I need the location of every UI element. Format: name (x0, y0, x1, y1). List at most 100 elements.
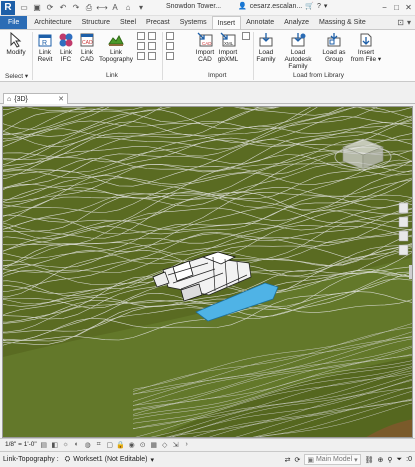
manage-links-icon[interactable] (137, 52, 145, 60)
quick-access-toolbar: R ▭ ▣ ⟳ ↶ ↷ ⎙ ⟷ A ⌂ ▾ Snowdon Tower... 👤… (0, 0, 415, 16)
tab-steel[interactable]: Steel (115, 16, 141, 29)
rendering-icon[interactable]: ◍ (84, 441, 92, 449)
cart-icon[interactable]: 🛒 (305, 2, 314, 10)
qat-dropdown-icon[interactable]: ▾ (136, 3, 146, 13)
temporary-hide-icon[interactable]: ◉ (128, 441, 136, 449)
link-revit-icon: R (36, 32, 54, 48)
modify-button[interactable]: Modify (4, 32, 28, 56)
terrain-view (3, 107, 412, 437)
help-dropdown-icon[interactable]: ▾ (324, 2, 328, 10)
load-autodesk-family-icon (289, 32, 307, 48)
tab-structure[interactable]: Structure (77, 16, 115, 29)
ribbon-minimize-icon[interactable]: ⊡ (397, 18, 404, 27)
status-bar: Link-Topography : ⛭ Workset1 (Not Editab… (0, 451, 415, 467)
load-family-icon (257, 32, 275, 48)
tab-analyze[interactable]: Analyze (279, 16, 314, 29)
coordination-icon[interactable] (148, 42, 156, 50)
import-panel-label[interactable]: Import (208, 72, 226, 79)
design-option-selector[interactable]: ▣ Main Model ▾ (304, 454, 361, 465)
link-panel-label[interactable]: Link (106, 72, 118, 79)
select-links-icon[interactable]: ⛓ (365, 456, 374, 464)
crop-view-icon[interactable]: ⌗ (95, 441, 103, 449)
tab-architecture[interactable]: Architecture (29, 16, 76, 29)
decal-dropdown-icon[interactable] (148, 32, 156, 40)
close-view-icon[interactable]: ✕ (58, 95, 64, 103)
analytical-model-icon[interactable]: ◇ (161, 441, 169, 449)
import-cad-icon: CAD (196, 32, 214, 48)
view-tab-3d[interactable]: ⌂ {3D} ✕ (3, 93, 68, 104)
select-underlay-icon[interactable]: ⊕ (378, 456, 384, 464)
lock-view-icon[interactable]: 🔒 (116, 441, 125, 449)
import-gbxml-button[interactable]: XML Import gbXML (216, 32, 240, 63)
tab-insert[interactable]: Insert (211, 16, 242, 29)
link-cad-button[interactable]: CAD Link CAD (75, 32, 99, 63)
user-icon[interactable]: 👤 (238, 2, 247, 10)
sun-path-icon[interactable]: ☼ (62, 441, 70, 449)
image-icon[interactable] (148, 52, 156, 60)
filter-icon[interactable]: ⏷ (397, 456, 403, 464)
import-extra-tools (242, 32, 250, 40)
undo-icon[interactable]: ↶ (58, 3, 68, 13)
point-cloud-icon[interactable] (137, 42, 145, 50)
user-name[interactable]: cesarz.escalan... (250, 3, 303, 10)
tab-precast[interactable]: Precast (141, 16, 175, 29)
measure-icon[interactable]: ⟷ (96, 3, 107, 13)
design-option-label: Main Model (315, 456, 353, 463)
decal-icon[interactable] (137, 32, 145, 40)
select-panel-label[interactable]: Select ▾ (5, 72, 28, 80)
link-topography-icon (107, 32, 125, 48)
ribbon-options-icon[interactable]: ▾ (407, 18, 411, 27)
cursor-icon (7, 32, 25, 48)
workset-selector[interactable]: ⛭ Workset1 (Not Editable) ▾ (65, 456, 154, 464)
highlight-displacement-icon[interactable]: ⇲ (172, 441, 180, 449)
import-image-icon[interactable] (166, 42, 174, 50)
load-as-group-button[interactable]: Load as Group (322, 32, 346, 63)
text-icon[interactable]: A (110, 3, 120, 13)
reveal-hidden-icon[interactable]: ⊙ (139, 441, 147, 449)
insert-from-file-button[interactable]: Insert from File ▾ (350, 32, 382, 63)
save-icon[interactable]: ▣ (32, 3, 42, 13)
worksharing-display-icon[interactable]: ▦ (150, 441, 158, 449)
redo-icon[interactable]: ↷ (71, 3, 81, 13)
open-icon[interactable]: ▭ (19, 3, 29, 13)
user-area: 👤 cesarz.escalan... 🛒 ? ▾ (238, 2, 328, 11)
maximize-button[interactable]: □ (392, 2, 401, 13)
manage-images-icon[interactable] (166, 52, 174, 60)
help-button[interactable]: ? (317, 3, 321, 10)
visual-style-icon[interactable]: ◧ (51, 441, 59, 449)
workset-dropdown-icon: ▾ (150, 456, 154, 464)
print-icon[interactable]: ⎙ (84, 3, 94, 13)
import-family-types-icon[interactable] (242, 32, 250, 40)
tab-massing-site[interactable]: Massing & Site (314, 16, 371, 29)
load-family-button[interactable]: Load Family (254, 32, 278, 63)
detail-level-icon[interactable]: ▤ (40, 441, 48, 449)
link-topography-button[interactable]: Link Topography (98, 32, 134, 63)
minimize-button[interactable]: − (380, 2, 389, 13)
document-title: Snowdon Tower... (166, 3, 222, 10)
tab-annotate[interactable]: Annotate (241, 16, 279, 29)
sync-icon[interactable]: ⟳ (45, 3, 55, 13)
close-button[interactable]: ✕ (404, 2, 413, 13)
import-cad-button[interactable]: CAD Import CAD (193, 32, 217, 63)
view-bar-more-icon[interactable]: › (183, 441, 191, 449)
ribbon: Modify Select ▾ R Link Revit Link IFC CAD … (0, 30, 415, 82)
shadows-icon[interactable]: ◐ (73, 441, 81, 449)
tab-file[interactable]: File (0, 16, 28, 29)
select-pinned-icon[interactable]: ⚲ (387, 456, 392, 464)
load-autodesk-family-button[interactable]: Load Autodesk Family (277, 32, 319, 70)
show-crop-icon[interactable]: ▢ (106, 441, 114, 449)
link-cad-icon: CAD (78, 32, 96, 48)
revit-app-icon[interactable]: R (1, 0, 15, 15)
library-panel-label[interactable]: Load from Library (293, 72, 344, 79)
sync-status-icon[interactable]: ⟳ (294, 456, 300, 464)
editing-requests-icon[interactable]: ⇄ (285, 456, 291, 464)
3d-viewport[interactable] (2, 106, 413, 438)
3d-view-icon[interactable]: ⌂ (123, 3, 133, 13)
vertical-scrollbar (409, 265, 412, 279)
view-scale[interactable]: 1/8" = 1'-0" (5, 441, 37, 448)
workset-icon: ⛭ (64, 455, 71, 463)
svg-text:CAD: CAD (82, 40, 93, 46)
tab-systems[interactable]: Systems (175, 16, 212, 29)
import-pdf-icon[interactable] (166, 32, 174, 40)
filter-count: :0 (406, 456, 412, 463)
